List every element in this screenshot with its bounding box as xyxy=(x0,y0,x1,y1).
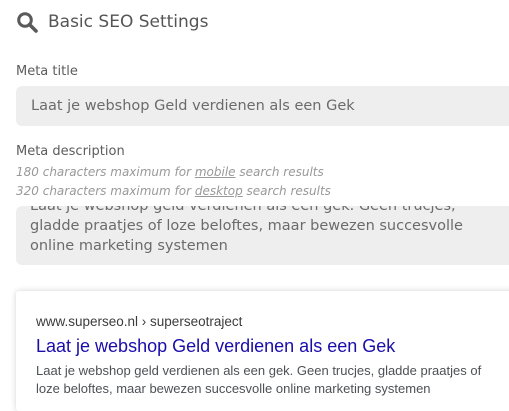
preview-url: www.superseo.nl › superseotraject xyxy=(36,314,243,329)
mobile-link[interactable]: mobile xyxy=(195,165,236,179)
meta-description-label: Meta description xyxy=(16,144,125,159)
meta-description-value: Laat je webshop geld verdienen als een g… xyxy=(30,206,463,254)
meta-title-label: Meta title xyxy=(16,64,78,79)
mobile-hint: 180 characters maximum for mobile search… xyxy=(16,165,324,179)
desktop-link[interactable]: desktop xyxy=(195,184,243,198)
meta-title-input[interactable]: Laat je webshop Geld verdienen als een G… xyxy=(16,86,509,126)
meta-description-textarea[interactable]: Laat je webshop geld verdienen als een g… xyxy=(16,206,509,265)
preview-description: Laat je webshop geld verdienen als een g… xyxy=(36,363,482,396)
search-icon xyxy=(17,12,38,33)
mobile-hint-suffix: search results xyxy=(235,165,324,179)
section-header: Basic SEO Settings xyxy=(16,11,208,33)
page-title: Basic SEO Settings xyxy=(48,12,209,32)
search-preview-card: www.superseo.nl › superseotraject Laat j… xyxy=(16,291,509,411)
desktop-hint-suffix: search results xyxy=(242,184,331,198)
desktop-hint: 320 characters maximum for desktop searc… xyxy=(16,184,331,198)
desktop-hint-text: 320 characters maximum for xyxy=(16,184,195,198)
meta-title-value: Laat je webshop Geld verdienen als een G… xyxy=(31,98,355,114)
mobile-hint-text: 180 characters maximum for xyxy=(16,165,195,179)
preview-title-link[interactable]: Laat je webshop Geld verdienen als een G… xyxy=(36,336,395,357)
